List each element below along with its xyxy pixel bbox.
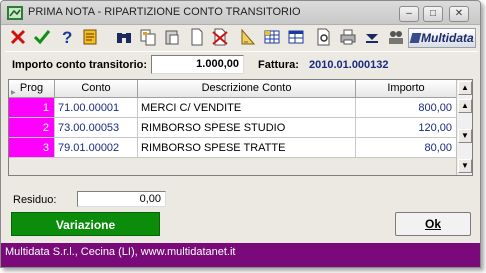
residuo-label: Residuo: [13,194,57,206]
toolbar-separator [5,51,478,52]
filter-icon[interactable] [81,28,99,46]
search-people-icon[interactable] [387,28,405,46]
app-icon [7,6,23,20]
column-header-prog[interactable]: ▶ Prog [9,80,55,98]
row-descrizione[interactable]: RIMBORSO SPESE STUDIO [138,118,356,138]
title-bar[interactable]: PRIMA NOTA - RIPARTIZIONE CONTO TRANSITO… [1,1,480,25]
help-icon[interactable]: ? [58,28,76,46]
row-importo[interactable]: 80,00 [356,138,457,158]
row-prog[interactable]: 2 [9,118,55,138]
row-conto[interactable]: 73.00.00053 [55,118,138,138]
ruler-doc-icon[interactable] [239,28,257,46]
new-doc-icon[interactable] [188,28,206,46]
brand-mark-icon [409,33,422,43]
window-title: PRIMA NOTA - RIPARTIZIONE CONTO TRANSITO… [28,6,301,18]
column-header-descrizione[interactable]: Descrizione Conto [138,80,356,98]
ripartizione-grid: ▶ Prog Conto Descrizione Conto Importo 1… [8,79,473,176]
variazione-button[interactable]: Variazione [11,212,160,236]
row-prog[interactable]: 1 [9,98,55,118]
row-importo[interactable]: 120,00 [356,118,457,138]
copy-icon[interactable] [139,28,157,46]
scroll-page-up-icon[interactable]: ▲ [458,99,472,113]
dialog-window: PRIMA NOTA - RIPARTIZIONE CONTO TRANSITO… [0,0,481,268]
fattura-label: Fattura: [258,59,299,71]
row-conto[interactable]: 79.01.00002 [55,138,138,158]
check-icon[interactable] [33,28,51,46]
grid-icon[interactable] [263,28,281,46]
binoculars-icon[interactable] [115,28,133,46]
importo-field[interactable]: 1.000,00 [151,55,244,74]
row-importo[interactable]: 800,00 [356,98,457,118]
row-descrizione[interactable]: MERCI C/ VENDITE [138,98,356,118]
row-conto[interactable]: 71.00.00001 [55,98,138,118]
down-arrow-icon[interactable] [363,28,381,46]
brand-name: Multidata [421,31,474,45]
status-text: Multidata S.r.l., Cecina (LI), www.multi… [5,246,236,258]
column-header-label: Prog [19,82,44,94]
grid-scrollbar[interactable]: ▲ ▲ ▼ ▼ [456,80,472,175]
column-header-importo[interactable]: Importo [356,80,457,98]
importo-label: Importo conto transitorio: [12,59,148,71]
residuo-field[interactable]: 0,00 [77,191,166,207]
svg-text:?: ? [62,28,72,46]
paste-icon[interactable] [163,28,181,46]
column-header-conto[interactable]: Conto [55,80,138,98]
maximize-button[interactable]: □ [423,6,443,22]
close-icon[interactable] [9,28,27,46]
scroll-up-icon[interactable]: ▲ [458,81,472,95]
minimize-button[interactable]: – [399,6,419,22]
brand-logo: Multidata [408,28,476,48]
row-prog[interactable]: 3 [9,138,55,158]
status-bar: Multidata S.r.l., Cecina (LI), www.multi… [1,243,480,267]
print-preview-icon[interactable] [315,28,333,46]
ok-button[interactable]: Ok [395,212,471,236]
scroll-down-icon[interactable]: ▼ [458,159,472,173]
row-descrizione[interactable]: RIMBORSO SPESE TRATTE [138,138,356,158]
close-window-button[interactable]: ✕ [449,6,469,22]
delete-doc-icon[interactable] [211,28,229,46]
printer-icon[interactable] [339,28,357,46]
scroll-page-down-icon[interactable]: ▼ [458,129,472,143]
table-icon[interactable] [287,28,305,46]
fattura-value: 2010.01.000132 [309,59,389,71]
toolbar: ? Multidata [1,26,480,48]
